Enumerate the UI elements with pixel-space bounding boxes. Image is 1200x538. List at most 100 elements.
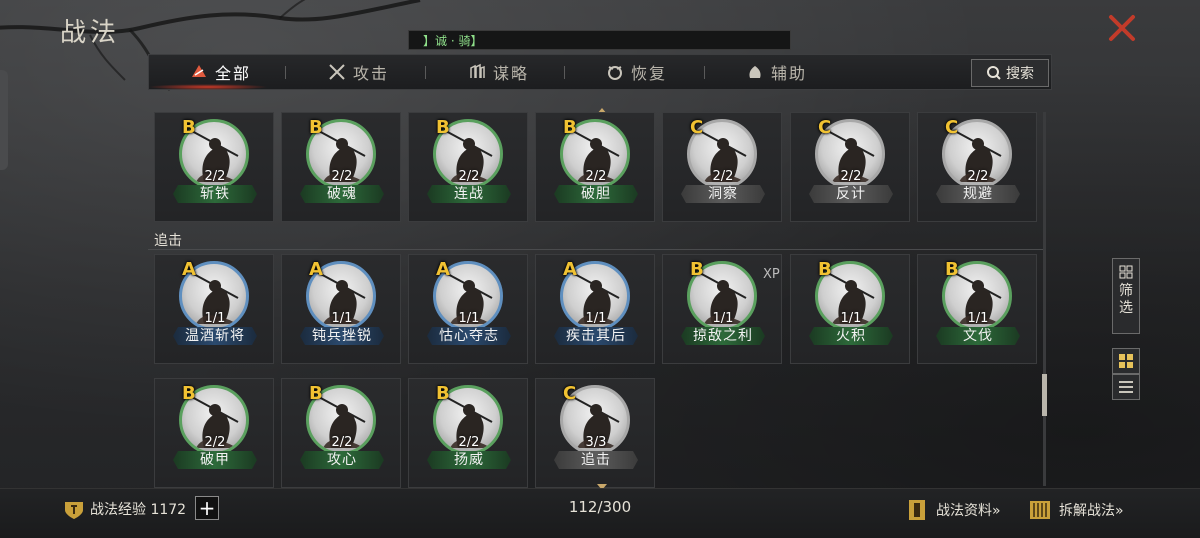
search-icon (987, 66, 1001, 80)
tab-strategy[interactable]: 谋略 (467, 55, 529, 89)
skill-name: 怙心夺志 (427, 327, 511, 345)
all-icon (192, 65, 206, 77)
book-icon (909, 500, 925, 520)
skill-card[interactable]: B 1/1 文伐 (917, 254, 1037, 364)
section-title: 追击 (154, 233, 182, 249)
skill-card[interactable]: A 1/1 怙心夺志 (408, 254, 528, 364)
skill-card[interactable]: A 1/1 温酒斩将 (154, 254, 274, 364)
skill-name: 文伐 (936, 327, 1020, 345)
skill-name: 攻心 (300, 451, 384, 469)
count-label: 2/2 (712, 169, 734, 184)
skill-card[interactable]: C 3/3 追击 (535, 378, 655, 488)
skill-name: 规避 (936, 185, 1020, 203)
skill-name: 追击 (554, 451, 638, 469)
skill-card[interactable]: B 2/2 破甲 (154, 378, 274, 488)
grade-label: C (563, 383, 577, 404)
skill-name: 钝兵挫锐 (300, 327, 384, 345)
grade-label: C (690, 117, 704, 138)
skill-name: 掠敌之利 (681, 327, 765, 345)
skill-card[interactable]: C 2/2 规避 (917, 112, 1037, 222)
tab-label: 攻击 (353, 64, 390, 83)
grid-view-button[interactable] (1112, 348, 1140, 374)
skill-card[interactable]: B 2/2 扬威 (408, 378, 528, 488)
left-edge-handle[interactable] (0, 70, 8, 170)
count-label: 1/1 (458, 311, 480, 326)
grade-label: A (563, 259, 577, 280)
skill-card[interactable]: B 2/2 破胆 (535, 112, 655, 222)
skill-card[interactable]: B 2/2 连战 (408, 112, 528, 222)
skill-name: 温酒斩将 (173, 327, 257, 345)
skill-card[interactable]: A 1/1 疾击其后 (535, 254, 655, 364)
list-view-icon (1119, 381, 1133, 393)
tab-divider (564, 66, 565, 79)
skill-info-link[interactable]: 战法资料» (904, 497, 1001, 523)
grade-label: C (818, 117, 832, 138)
tab-assist[interactable]: 辅助 (745, 55, 807, 89)
assist-icon (749, 66, 761, 78)
count-label: 1/1 (585, 311, 607, 326)
grade-label: A (309, 259, 323, 280)
tab-attack[interactable]: 攻击 (327, 55, 389, 89)
skill-name: 反计 (809, 185, 893, 203)
tab-label: 恢复 (631, 64, 668, 83)
grade-label: B (436, 383, 450, 404)
search-label: 搜索 (1006, 66, 1034, 82)
tab-label: 谋略 (493, 64, 530, 83)
tab-divider (285, 66, 286, 79)
filter-label: 筛选 (1119, 283, 1133, 316)
skill-card[interactable]: B 2/2 攻心 (281, 378, 401, 488)
skill-card[interactable]: C 2/2 反计 (790, 112, 910, 222)
count-label: 2/2 (458, 435, 480, 450)
skill-name: 破胆 (554, 185, 638, 203)
strategy-icon (470, 63, 485, 78)
skill-name: 火积 (809, 327, 893, 345)
bottom-bar: 战法经验 1172 + 112/300 战法资料» 拆解战法» (0, 488, 1200, 538)
grade-label: C (945, 117, 959, 138)
filter-button[interactable]: 筛选 (1112, 258, 1140, 334)
skill-name: 连战 (427, 185, 511, 203)
count-label: 2/2 (204, 169, 226, 184)
skill-name: 破魂 (300, 185, 384, 203)
section-divider (148, 249, 1046, 250)
skill-capacity: 112/300 (568, 498, 632, 516)
count-label: 2/2 (204, 435, 226, 450)
search-button[interactable]: 搜索 (971, 59, 1049, 87)
tab-label: 辅助 (771, 64, 808, 83)
grade-label: B (182, 117, 196, 138)
grid-filter-icon (1119, 265, 1133, 279)
grade-label: B (690, 259, 704, 280)
scrolling-notice: 】诚 · 骑】 (408, 30, 791, 50)
skill-name: 洞察 (681, 185, 765, 203)
count-label: 2/2 (458, 169, 480, 184)
link-label: 拆解战法» (1059, 503, 1124, 519)
count-label: 2/2 (840, 169, 862, 184)
count-label: 2/2 (967, 169, 989, 184)
tab-divider (704, 66, 705, 79)
skill-card[interactable]: B 2/2 斩铁 (154, 112, 274, 222)
scrollbar-thumb[interactable] (1042, 374, 1047, 416)
grade-label: B (182, 383, 196, 404)
count-label: 1/1 (712, 311, 734, 326)
skill-card[interactable]: A 1/1 钝兵挫锐 (281, 254, 401, 364)
grade-label: B (309, 117, 323, 138)
link-label: 战法资料» (936, 503, 1001, 519)
skill-card[interactable]: B 1/1 掠敌之利 XP (662, 254, 782, 364)
skill-card[interactable]: B 2/2 破魂 (281, 112, 401, 222)
tab-label: 全部 (215, 64, 252, 83)
scrollbar-track[interactable] (1043, 112, 1046, 486)
count-label: 1/1 (331, 311, 353, 326)
skill-card[interactable]: B 1/1 火积 (790, 254, 910, 364)
page-title: 战法 (60, 18, 121, 48)
grade-label: B (818, 259, 832, 280)
count-label: 1/1 (967, 311, 989, 326)
skill-card[interactable]: C 2/2 洞察 (662, 112, 782, 222)
disassemble-icon (1030, 501, 1050, 519)
grade-label: B (436, 117, 450, 138)
disassemble-skill-link[interactable]: 拆解战法» (1027, 497, 1124, 523)
grade-label: A (182, 259, 196, 280)
active-tab-indicator (148, 84, 268, 90)
tab-recover[interactable]: 恢复 (605, 55, 667, 89)
close-icon[interactable] (1106, 12, 1138, 44)
list-view-button[interactable] (1112, 374, 1140, 400)
count-label: 2/2 (585, 169, 607, 184)
